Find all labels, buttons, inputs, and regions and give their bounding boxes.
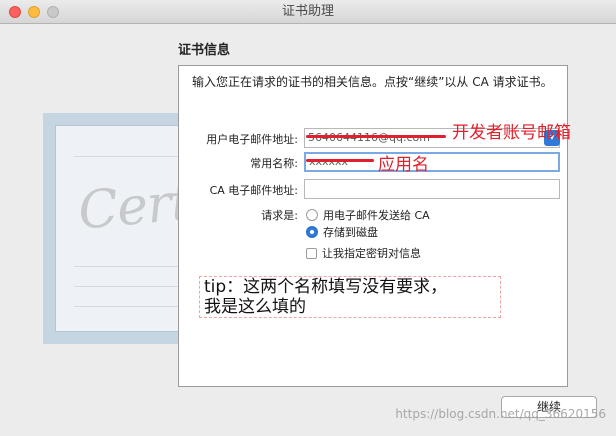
common-name-field[interactable]: xxxxxx: [304, 152, 560, 172]
radio-button[interactable]: [306, 209, 318, 221]
email-annotation: 开发者账号邮箱: [452, 123, 571, 143]
common-name-label: 常用名称:: [250, 157, 298, 170]
keypair-checkbox[interactable]: [306, 248, 317, 259]
ca-email-label: CA 电子邮件地址:: [209, 184, 298, 197]
redaction-scribble: [306, 135, 446, 138]
keypair-checkbox-label: 让我指定密钥对信息: [322, 247, 421, 260]
radio-button-selected[interactable]: [306, 226, 318, 238]
watermark: https://blog.csdn.net/qq_36620156: [395, 407, 606, 421]
radio-save-to-disk-label: 存储到磁盘: [323, 226, 378, 239]
section-heading: 证书信息: [178, 43, 231, 58]
title-bar: 证书助理: [0, 0, 616, 24]
radio-save-to-disk[interactable]: 存储到磁盘: [306, 224, 378, 240]
redaction-scribble: [306, 159, 374, 162]
tip-annotation: tip：这两个名称填写没有要求， 我是这么填的: [199, 276, 501, 318]
window-title: 证书助理: [281, 4, 334, 19]
keypair-checkbox-row[interactable]: 让我指定密钥对信息: [306, 245, 421, 261]
request-label: 请求是:: [261, 209, 298, 222]
radio-email-to-ca[interactable]: 用电子邮件发送给 CA: [306, 207, 430, 223]
email-label: 用户电子邮件地址:: [206, 133, 298, 146]
intro-text: 输入您正在请求的证书的相关信息。点按“继续”以从 CA 请求证书。: [192, 75, 553, 89]
name-annotation: 应用名: [378, 155, 429, 175]
radio-email-to-ca-label: 用电子邮件发送给 CA: [323, 209, 430, 222]
ca-email-field[interactable]: [304, 179, 560, 199]
